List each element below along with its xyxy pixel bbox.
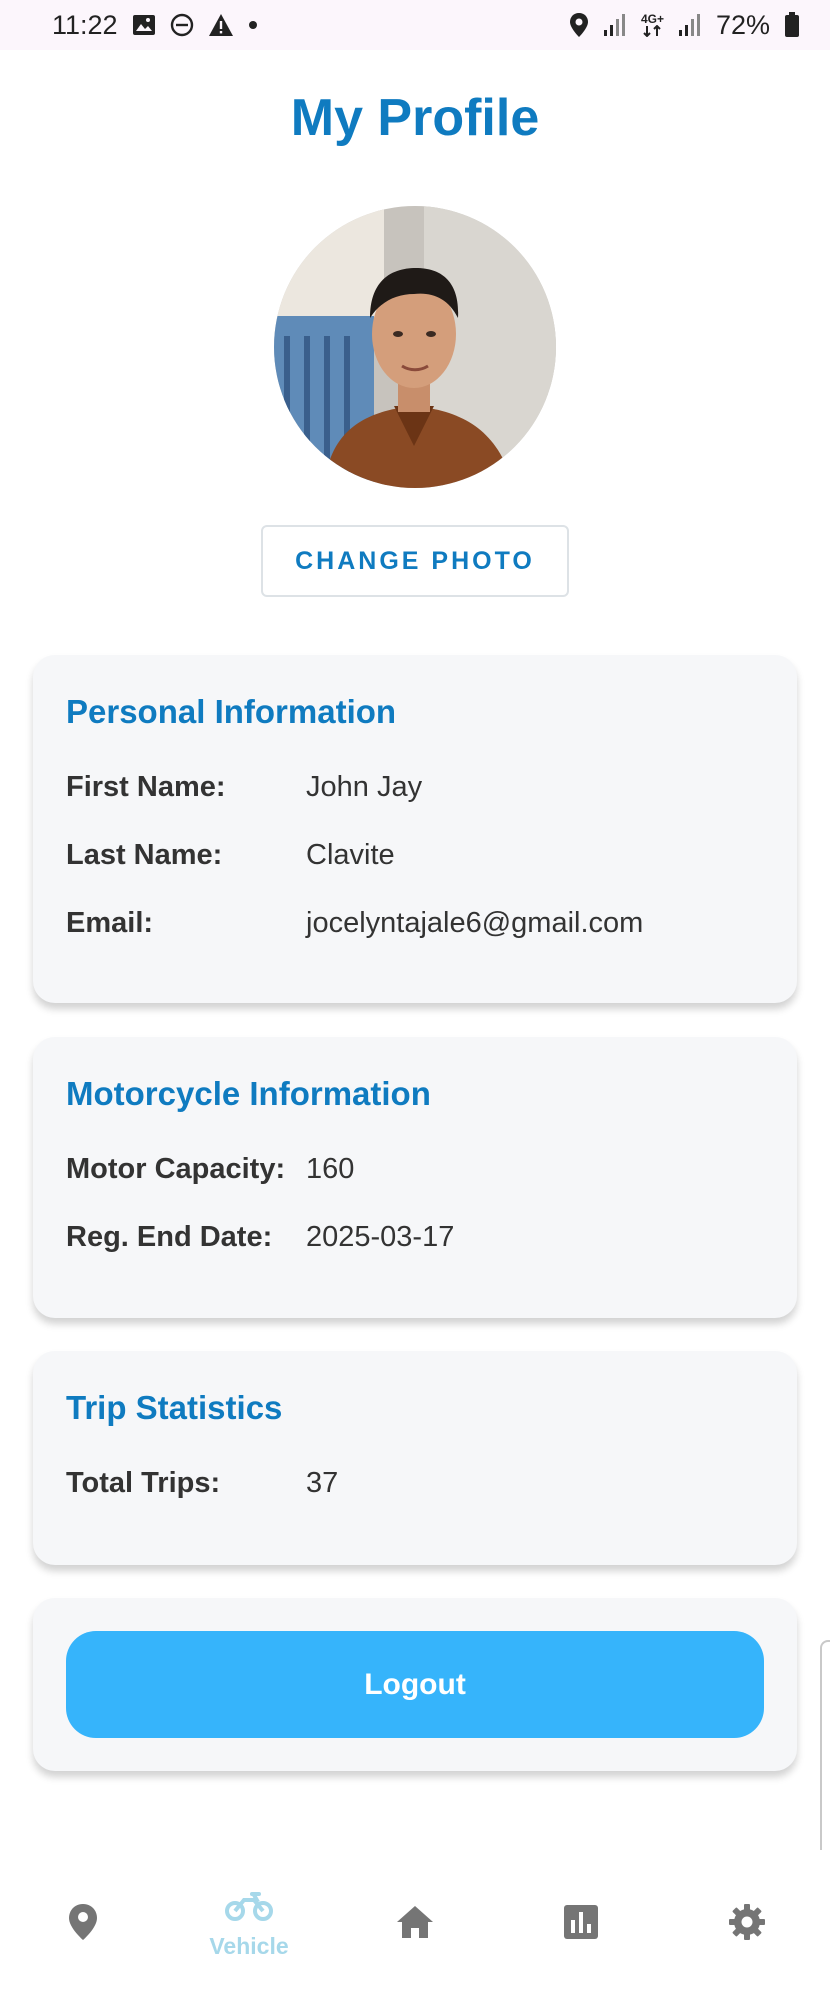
status-time: 11:22 — [52, 9, 118, 40]
card-title: Motorcycle Information — [66, 1075, 431, 1112]
motorcycle-icon — [224, 1890, 274, 1927]
network-label: 4G+ — [640, 12, 664, 26]
info-row: Total Trips: 37 — [66, 1449, 764, 1517]
dot-icon — [248, 20, 258, 30]
network-4g-icon: 4G+ — [641, 13, 664, 37]
page-title: My Profile — [290, 89, 540, 147]
field-label: Total Trips: — [66, 1466, 221, 1499]
personal-information-card: Personal Information First Name: John Ja… — [33, 655, 797, 1003]
card-title: Trip Statistics — [66, 1389, 283, 1426]
logout-card: Logout — [33, 1598, 797, 1771]
field-label: Last Name: — [66, 838, 223, 871]
bar-chart-icon — [563, 1904, 599, 1945]
signal-icon — [678, 13, 702, 37]
status-bar: 11:22 4G+ 72% — [0, 0, 830, 50]
nav-item-settings[interactable] — [664, 1850, 830, 1999]
first-name-value: John Jay — [306, 770, 423, 803]
battery-percent: 72% — [715, 9, 770, 40]
reg-end-date-value: 2025-03-17 — [306, 1220, 455, 1253]
info-row: First Name: John Jay — [66, 753, 764, 821]
battery-icon — [784, 12, 800, 38]
info-row: Last Name: Clavite — [66, 821, 764, 889]
nav-label-vehicle: Vehicle — [209, 1932, 289, 1959]
nav-item-stats[interactable] — [498, 1850, 664, 1999]
field-label: Email: — [66, 906, 154, 939]
info-row: Motor Capacity: 160 — [66, 1135, 764, 1203]
info-row: Reg. End Date: 2025-03-17 — [66, 1203, 764, 1271]
bottom-nav: Vehicle — [0, 1850, 830, 1999]
location-pin-icon — [67, 1902, 99, 1947]
signal-icon — [603, 13, 627, 37]
motorcycle-information-card: Motorcycle Information Motor Capacity: 1… — [33, 1037, 797, 1318]
gear-icon — [727, 1902, 767, 1947]
location-icon — [569, 12, 589, 38]
email-value: jocelyntajale6@gmail.com — [306, 906, 644, 939]
dnd-icon — [170, 13, 194, 37]
field-label: Reg. End Date: — [66, 1220, 273, 1253]
nav-item-map[interactable] — [0, 1850, 166, 1999]
logout-button[interactable]: Logout — [66, 1631, 764, 1738]
info-row: Email: jocelyntajale6@gmail.com — [66, 889, 764, 957]
alert-icon — [208, 13, 234, 37]
trip-statistics-card: Trip Statistics Total Trips: 37 — [33, 1351, 797, 1565]
nav-item-vehicle[interactable]: Vehicle — [166, 1850, 332, 1999]
card-title: Personal Information — [66, 693, 397, 730]
last-name-value: Clavite — [306, 838, 395, 871]
field-label: Motor Capacity: — [66, 1152, 286, 1185]
image-icon — [132, 14, 156, 36]
field-label: First Name: — [66, 770, 226, 803]
home-icon — [395, 1904, 435, 1945]
change-photo-button[interactable]: CHANGE PHOTO — [261, 525, 569, 597]
status-bar-right: 4G+ 72% — [569, 10, 800, 41]
nav-item-home[interactable] — [332, 1850, 498, 1999]
avatar — [274, 206, 556, 488]
motor-capacity-value: 160 — [306, 1152, 355, 1185]
total-trips-value: 37 — [306, 1466, 339, 1499]
status-bar-left: 11:22 — [52, 10, 258, 41]
